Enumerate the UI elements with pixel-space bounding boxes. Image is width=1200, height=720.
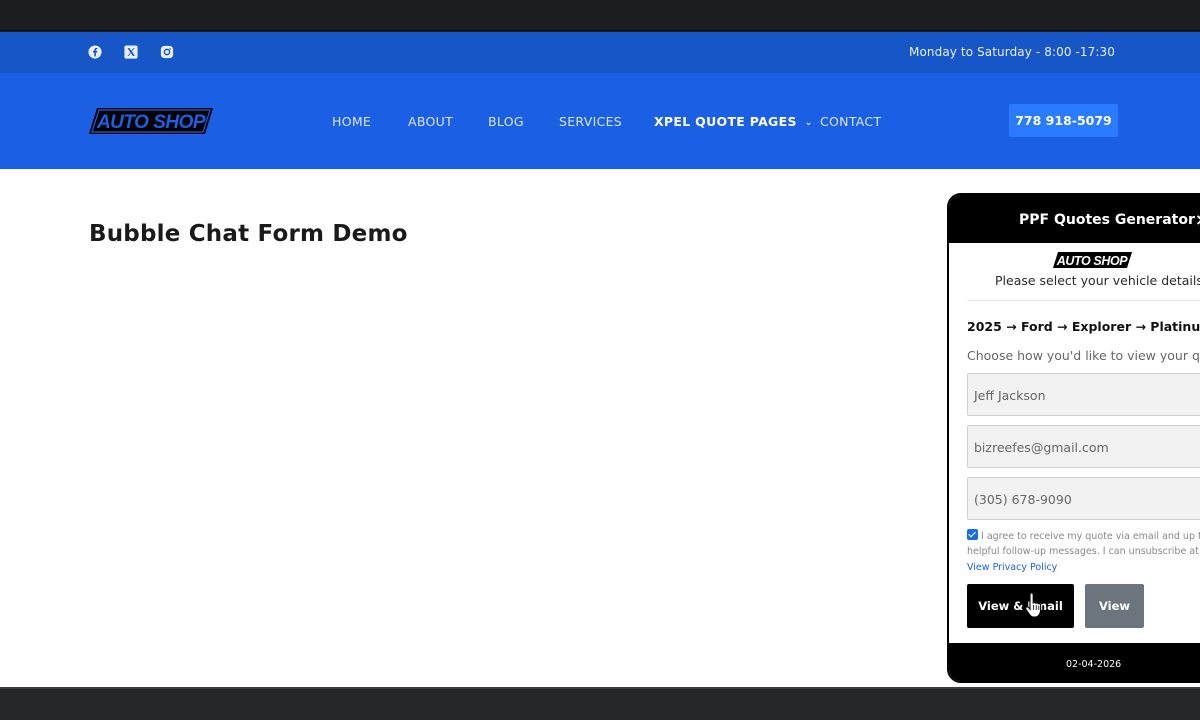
name-field[interactable]: Jeff Jackson: [967, 373, 1200, 416]
widget-divider: [967, 300, 1200, 301]
nav-services[interactable]: SERVICES: [559, 114, 622, 129]
consent-line1: I agree to receive my quote via email an…: [981, 531, 1200, 542]
widget-date: 02-04-2026: [1066, 659, 1122, 670]
email-field[interactable]: bizreefes@gmail.com: [967, 425, 1200, 468]
choose-view-text: Choose how you'd like to view your quote: [967, 348, 1200, 363]
widget-title: PPF Quotes Generator: [1019, 212, 1195, 228]
widget-header: PPF Quotes Generator ×: [949, 195, 1200, 243]
consent-line2: helpful follow-up messages. I can unsubs…: [967, 546, 1200, 557]
privacy-policy-link[interactable]: View Privacy Policy: [967, 562, 1057, 573]
phone-button[interactable]: 778 918-5079: [1009, 104, 1118, 137]
phone-field[interactable]: (305) 678-9090: [967, 477, 1200, 520]
bottom-strip: [0, 687, 1200, 720]
hand-cursor-icon: [1025, 592, 1042, 618]
instagram-icon[interactable]: [160, 45, 174, 59]
view-and-email-button[interactable]: View & Email: [967, 584, 1074, 628]
browser-top-strip: [0, 0, 1200, 31]
consent-checkbox[interactable]: [967, 529, 978, 540]
x-icon[interactable]: [124, 45, 138, 59]
view-button[interactable]: View: [1085, 584, 1144, 628]
facebook-icon[interactable]: [88, 45, 102, 59]
nav-home[interactable]: HOME: [332, 114, 371, 129]
widget-logo-text: AUTO SHOP: [1056, 254, 1129, 268]
widget-subtitle: Please select your vehicle details:: [995, 273, 1200, 288]
nav-about[interactable]: ABOUT: [408, 114, 453, 129]
vehicle-selection: 2025 → Ford → Explorer → Platinum: [967, 319, 1200, 334]
widget-footer: 02-04-2026: [949, 643, 1200, 681]
logo-text: AUTO SHOP: [96, 112, 206, 133]
chevron-down-icon: ⌄: [804, 118, 813, 128]
quote-chat-widget: PPF Quotes Generator × AUTO SHOP Please …: [947, 193, 1200, 683]
nav-xpel-label: XPEL QUOTE PAGES: [654, 114, 797, 129]
nav-xpel-quote-pages[interactable]: XPEL QUOTE PAGES ⌄: [654, 114, 813, 129]
utility-bar: Monday to Saturday - 8:00 -17:30: [0, 32, 1200, 73]
close-icon[interactable]: ×: [1195, 210, 1200, 229]
nav-contact[interactable]: CONTACT: [820, 114, 881, 129]
business-hours: Monday to Saturday - 8:00 -17:30: [909, 45, 1115, 59]
auto-shop-logo[interactable]: AUTO SHOP: [89, 106, 215, 136]
page-title: Bubble Chat Form Demo: [89, 221, 408, 247]
nav-blog[interactable]: BLOG: [488, 114, 524, 129]
widget-logo: AUTO SHOP: [1053, 252, 1132, 268]
